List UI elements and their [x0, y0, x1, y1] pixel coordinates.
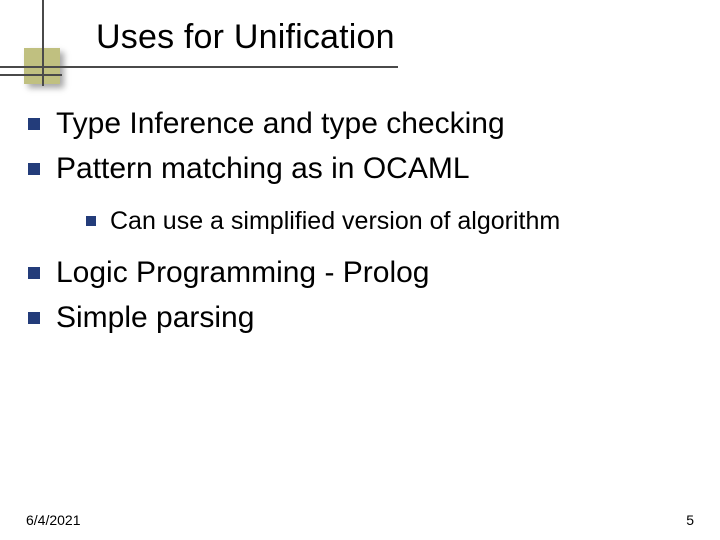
- bullet-item: Simple parsing: [28, 298, 692, 339]
- square-bullet-icon: [28, 118, 40, 130]
- title-underline-long: [0, 66, 398, 68]
- bullet-text: Logic Programming - Prolog: [56, 253, 430, 294]
- sub-bullet-item: Can use a simplified version of algorith…: [86, 203, 692, 239]
- bullet-item: Pattern matching as in OCAML: [28, 149, 692, 190]
- slide: Uses for Unification Type Inference and …: [0, 0, 720, 540]
- bullet-text: Type Inference and type checking: [56, 104, 505, 145]
- footer-page-number: 5: [686, 512, 694, 528]
- square-bullet-icon: [28, 267, 40, 279]
- bullet-item: Logic Programming - Prolog: [28, 253, 692, 294]
- square-bullet-icon: [86, 216, 96, 226]
- square-bullet-icon: [28, 312, 40, 324]
- footer-date: 6/4/2021: [26, 512, 81, 528]
- bullet-text: Pattern matching as in OCAML: [56, 149, 470, 190]
- slide-footer: 6/4/2021 5: [26, 512, 694, 528]
- title-underline-short: [0, 74, 62, 76]
- bullet-item: Type Inference and type checking: [28, 104, 692, 145]
- slide-body: Type Inference and type checking Pattern…: [28, 100, 692, 342]
- slide-title: Uses for Unification: [96, 18, 720, 57]
- bullet-text: Simple parsing: [56, 298, 254, 339]
- title-area: Uses for Unification: [0, 18, 720, 57]
- square-bullet-icon: [28, 163, 40, 175]
- sub-bullet-text: Can use a simplified version of algorith…: [110, 203, 560, 239]
